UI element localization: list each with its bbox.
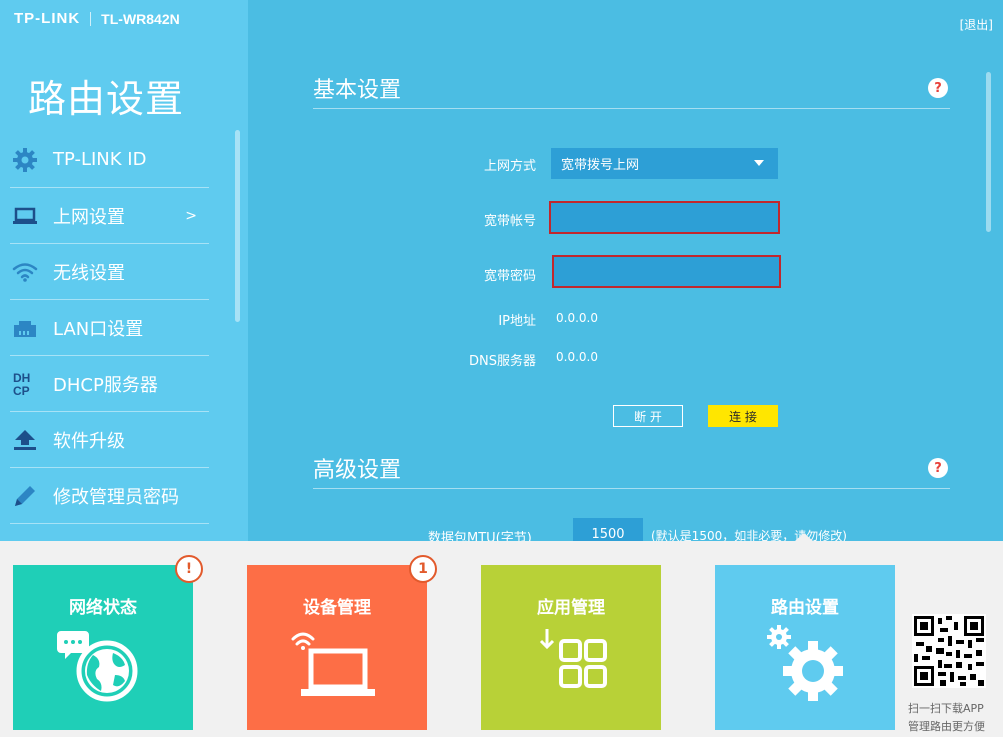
section-divider <box>313 488 950 489</box>
brand: TP-LINK TL-WR842N <box>14 10 180 27</box>
connect-button[interactable]: 连 接 <box>708 405 778 427</box>
qr-caption: 管理路由更方便 <box>908 720 985 733</box>
dns-value: 0.0.0.0 <box>556 350 598 364</box>
tile-title: 路由设置 <box>771 598 839 618</box>
wifi-icon <box>10 257 40 287</box>
tile-device-management[interactable]: 设备管理 1 <box>247 555 437 730</box>
laptop-icon <box>10 201 40 231</box>
upload-icon <box>10 425 40 455</box>
logout-link[interactable]: [退出] <box>960 16 993 33</box>
sidebar-item-lan[interactable]: LAN口设置 <box>10 300 209 356</box>
tile-title: 设备管理 <box>303 598 371 618</box>
tile-title: 应用管理 <box>537 598 605 618</box>
basic-settings-title: 基本设置 <box>313 78 402 103</box>
sidebar-item-tplink-id[interactable]: TP-LINK ID <box>10 132 209 188</box>
pencil-icon <box>10 481 40 511</box>
password-input[interactable] <box>552 255 781 288</box>
sidebar-item-label: LAN口设置 <box>53 318 144 340</box>
dhcp-icon: DH CP <box>10 369 40 399</box>
password-label: 宽带密码 <box>483 269 536 284</box>
bottom-nav: 网络状态 ! 设备管理 1 应用管理 路由设置 扫一扫下载APP 管理路由更方便 <box>0 533 1003 737</box>
wan-type-value: 宽带拨号上网 <box>561 158 640 173</box>
account-input[interactable] <box>549 201 780 234</box>
laptop-wifi-icon <box>247 625 427 705</box>
sidebar-item-upgrade[interactable]: 软件升级 <box>10 412 209 468</box>
sidebar-item-dhcp[interactable]: DH CP DHCP服务器 <box>10 356 209 412</box>
chevron-right-icon: > <box>185 207 197 224</box>
dns-label: DNS服务器 <box>469 354 536 369</box>
active-tile-pointer <box>795 533 813 541</box>
svg-text:CP: CP <box>13 384 30 398</box>
sidebar-item-label: 无线设置 <box>53 262 125 284</box>
main-scrollbar[interactable] <box>986 72 991 232</box>
sidebar-item-wireless[interactable]: 无线设置 <box>10 244 209 300</box>
apps-grid-icon <box>481 625 661 705</box>
sidebar-item-label: DHCP服务器 <box>53 374 158 396</box>
wan-type-label: 上网方式 <box>483 159 536 174</box>
sidebar-item-admin-password[interactable]: 修改管理员密码 <box>10 468 209 524</box>
tile-router-settings[interactable]: 路由设置 <box>715 565 895 730</box>
sidebar-scrollbar[interactable] <box>235 130 240 322</box>
account-label: 宽带帐号 <box>483 214 536 229</box>
ip-label: IP地址 <box>498 314 536 329</box>
sidebar-item-label: TP-LINK ID <box>53 149 147 170</box>
disconnect-button[interactable]: 断 开 <box>613 405 683 427</box>
brand-separator <box>90 11 92 26</box>
qr-caption: 扫一扫下载APP <box>908 702 984 715</box>
help-icon[interactable]: ? <box>928 78 948 98</box>
brand-model: TL-WR842N <box>101 10 180 27</box>
sidebar-item-label: 软件升级 <box>53 430 125 452</box>
sidebar-item-internet[interactable]: 上网设置 > <box>10 188 209 244</box>
brand-logo: TP-LINK <box>14 10 81 27</box>
tile-network-status[interactable]: 网络状态 ! <box>13 555 203 730</box>
alert-badge: ! <box>175 555 203 583</box>
sidebar-item-label: 上网设置 <box>53 206 125 228</box>
gears-icon <box>715 625 895 705</box>
sidebar: TP-LINK TL-WR842N 路由设置 TP-LINK ID 上网设置 >… <box>0 0 248 541</box>
main-panel: [退出] 基本设置 ? 上网方式 宽带拨号上网 宽带帐号 宽带密码 IP地址 0… <box>248 0 1003 546</box>
gear-icon <box>10 145 40 175</box>
chevron-down-icon <box>754 160 764 166</box>
tile-app-management[interactable]: 应用管理 <box>481 565 661 730</box>
count-badge: 1 <box>409 555 437 583</box>
advanced-settings-title: 高级设置 <box>313 458 402 483</box>
qr-code <box>912 614 986 688</box>
tile-title: 网络状态 <box>69 598 137 618</box>
svg-text:DH: DH <box>13 371 30 385</box>
lan-port-icon <box>10 313 40 343</box>
section-divider <box>313 108 950 109</box>
sidebar-item-label: 修改管理员密码 <box>53 486 179 508</box>
sidebar-title: 路由设置 <box>28 77 185 121</box>
mtu-input[interactable]: 1500 <box>573 518 643 542</box>
globe-chat-icon <box>13 625 193 705</box>
ip-value: 0.0.0.0 <box>556 311 598 325</box>
help-icon[interactable]: ? <box>928 458 948 478</box>
wan-type-select[interactable]: 宽带拨号上网 <box>551 148 778 179</box>
